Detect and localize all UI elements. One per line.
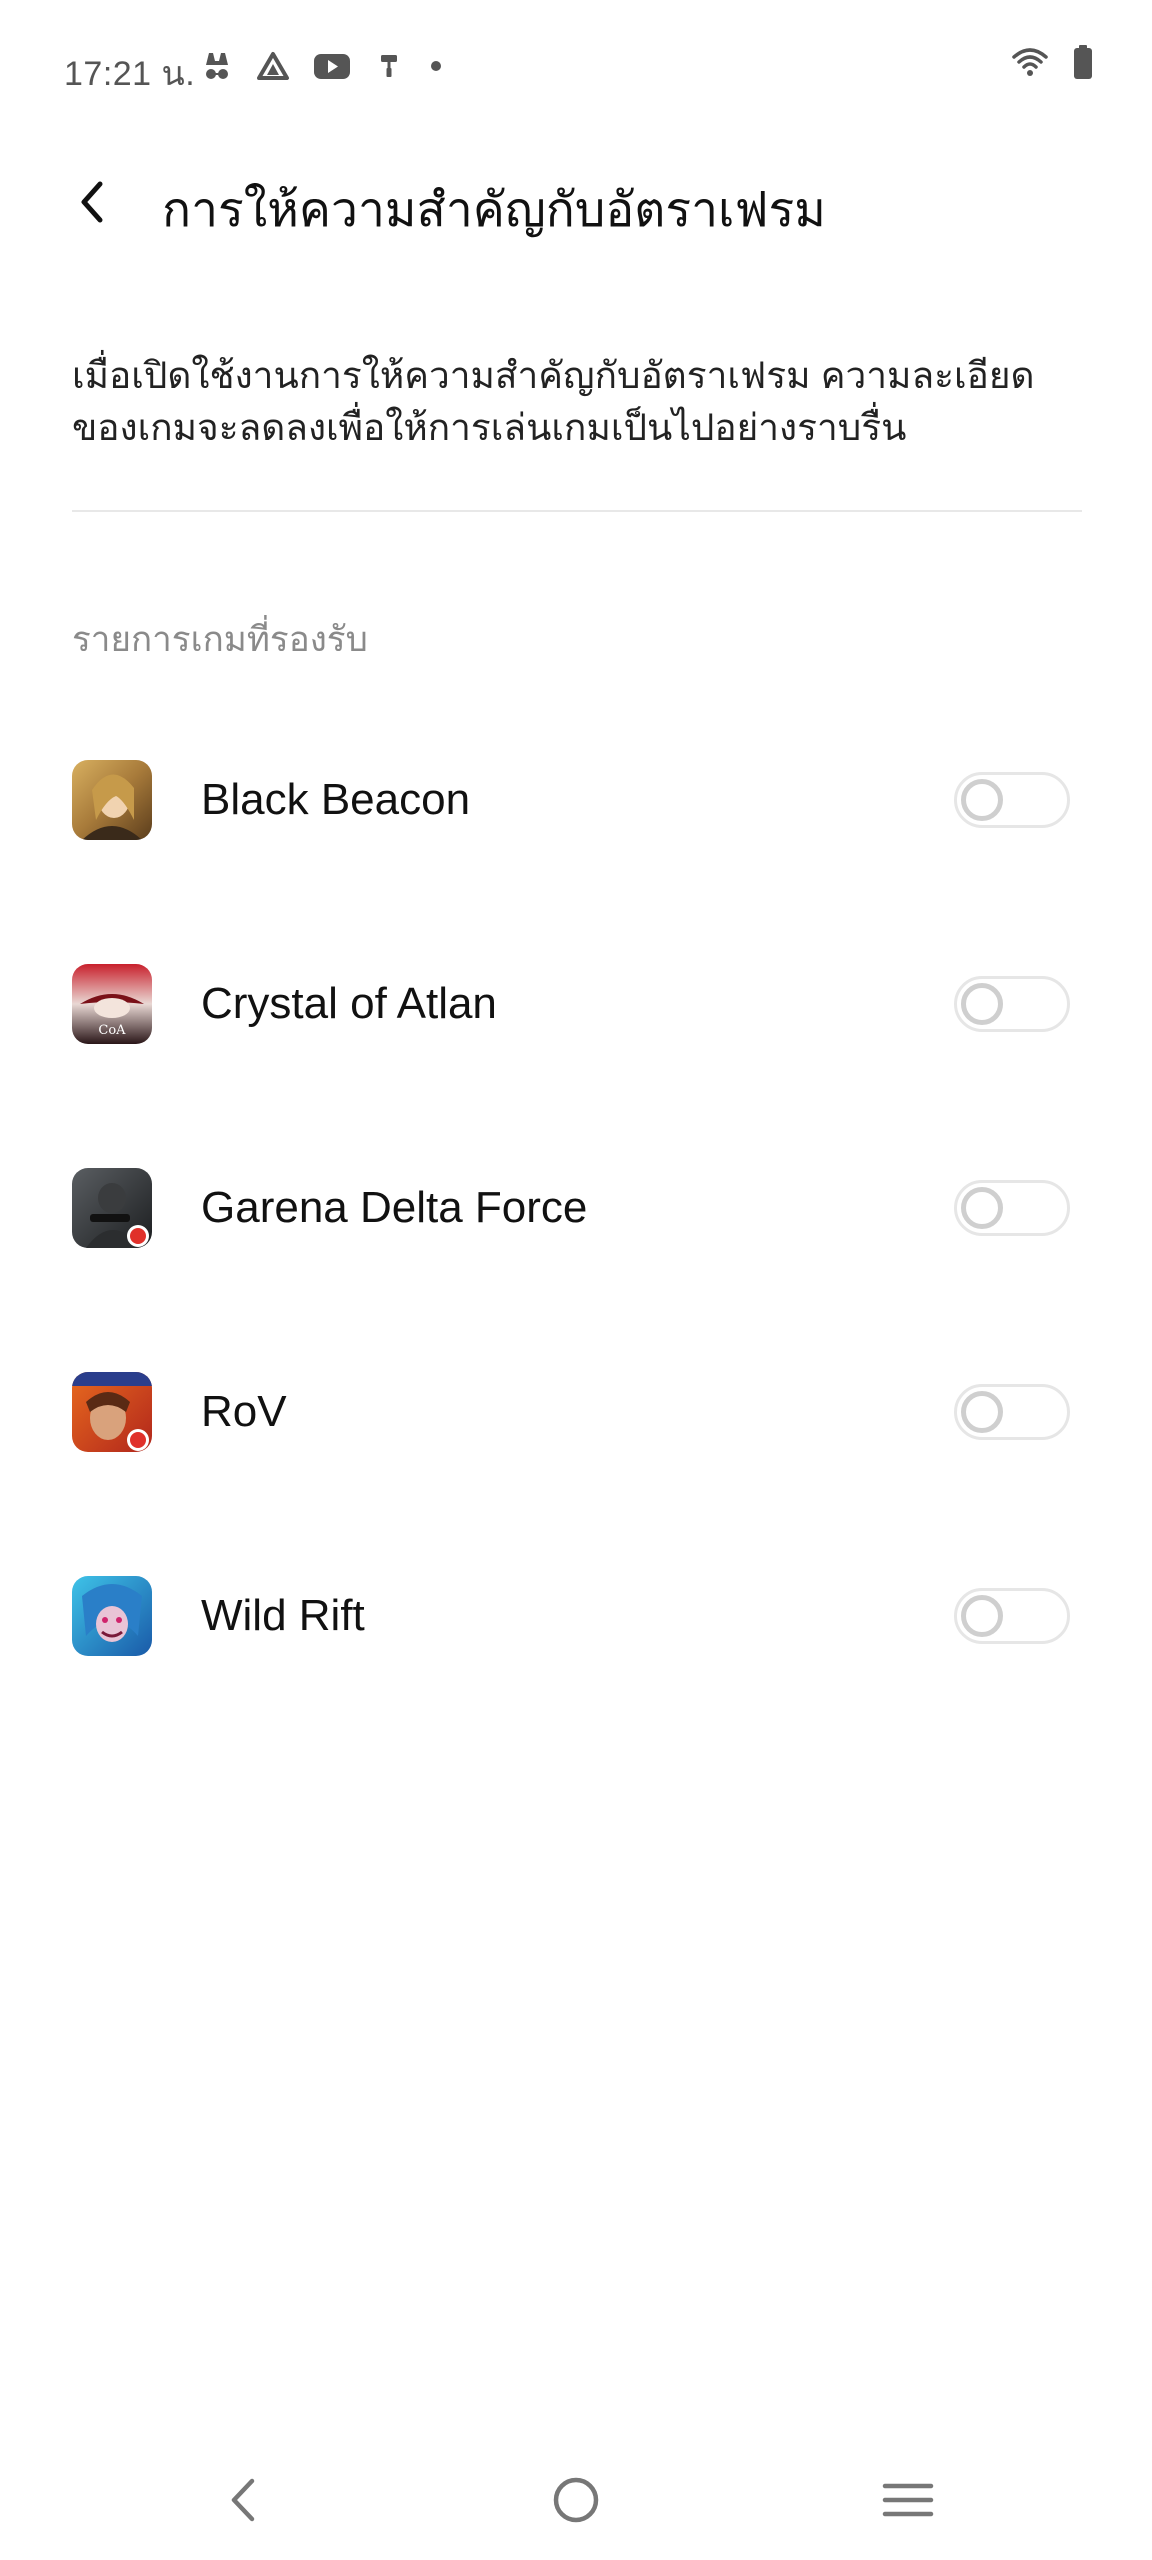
status-bar: 17:21 น. — [0, 0, 1152, 130]
divider — [72, 510, 1082, 512]
nav-home-button[interactable] — [536, 2470, 616, 2530]
game-name: RoV — [201, 1387, 287, 1436]
nav-menu-icon — [882, 2483, 934, 2517]
chevron-left-icon — [81, 181, 103, 223]
toggle-black-beacon[interactable] — [954, 772, 1070, 828]
battery-icon — [1072, 44, 1094, 85]
youtube-icon — [312, 49, 352, 83]
page-header: การให้ความสำคัญกับอัตราเฟรม — [0, 150, 1152, 260]
game-name: Wild Rift — [201, 1591, 365, 1640]
game-name: Crystal of Atlan — [201, 979, 497, 1028]
toggle-knob — [961, 1595, 1003, 1637]
black-beacon-app-icon — [72, 760, 152, 840]
navigation-bar — [0, 2440, 1152, 2560]
dot-icon — [426, 49, 446, 83]
toggle-knob — [961, 779, 1003, 821]
paint-roller-icon — [374, 49, 404, 83]
feature-description: เมื่อเปิดใช้งานการให้ความสำคัญกับอัตราเฟ… — [72, 350, 1082, 454]
toggle-garena-delta-force[interactable] — [954, 1180, 1070, 1236]
settings-screen: 17:21 น. การให้ความสำคัญกับอัตราเฟรม เมื… — [0, 0, 1152, 2560]
crystal-of-atlan-app-icon: CoA — [72, 964, 152, 1044]
toggle-crystal-of-atlan[interactable] — [954, 976, 1070, 1032]
toggle-knob — [961, 1187, 1003, 1229]
rov-app-icon — [72, 1372, 152, 1452]
drive-icon — [256, 49, 290, 83]
list-item-black-beacon[interactable]: Black Beacon — [0, 740, 1152, 860]
toggle-wild-rift[interactable] — [954, 1588, 1070, 1644]
notification-icons — [200, 46, 446, 86]
back-button[interactable] — [60, 170, 124, 234]
system-icons — [1010, 44, 1094, 84]
list-item-wild-rift[interactable]: Wild Rift — [0, 1556, 1152, 1676]
game-name: Black Beacon — [201, 775, 471, 824]
description-line-1: เมื่อเปิดใช้งานการให้ความสำคัญกับอัตราเฟ… — [72, 355, 1035, 396]
wifi-icon — [1010, 45, 1050, 84]
wild-rift-app-icon — [72, 1576, 152, 1656]
toggle-knob — [961, 1391, 1003, 1433]
description-line-2: ของเกมจะลดลงเพื่อให้การเล่นเกมเป็นไปอย่า… — [72, 407, 907, 448]
svg-text:CoA: CoA — [98, 1023, 126, 1038]
toggle-knob — [961, 983, 1003, 1025]
nav-home-icon — [553, 2477, 599, 2523]
nav-recents-button[interactable] — [868, 2470, 948, 2530]
list-item-crystal-of-atlan[interactable]: CoA Crystal of Atlan — [0, 944, 1152, 1064]
list-item-garena-delta-force[interactable]: Garena Delta Force — [0, 1148, 1152, 1268]
section-title-supported-games: รายการเกมที่รองรับ — [72, 620, 368, 659]
game-name: Garena Delta Force — [201, 1183, 588, 1232]
garena-delta-force-app-icon — [72, 1168, 152, 1248]
nav-back-button[interactable] — [204, 2470, 284, 2530]
page-title: การให้ความสำคัญกับอัตราเฟรม — [162, 184, 826, 237]
toggle-rov[interactable] — [954, 1384, 1070, 1440]
status-time: 17:21 น. — [64, 55, 196, 93]
list-item-rov[interactable]: RoV — [0, 1352, 1152, 1472]
nav-back-icon — [231, 2478, 255, 2522]
incognito-icon — [200, 49, 234, 83]
